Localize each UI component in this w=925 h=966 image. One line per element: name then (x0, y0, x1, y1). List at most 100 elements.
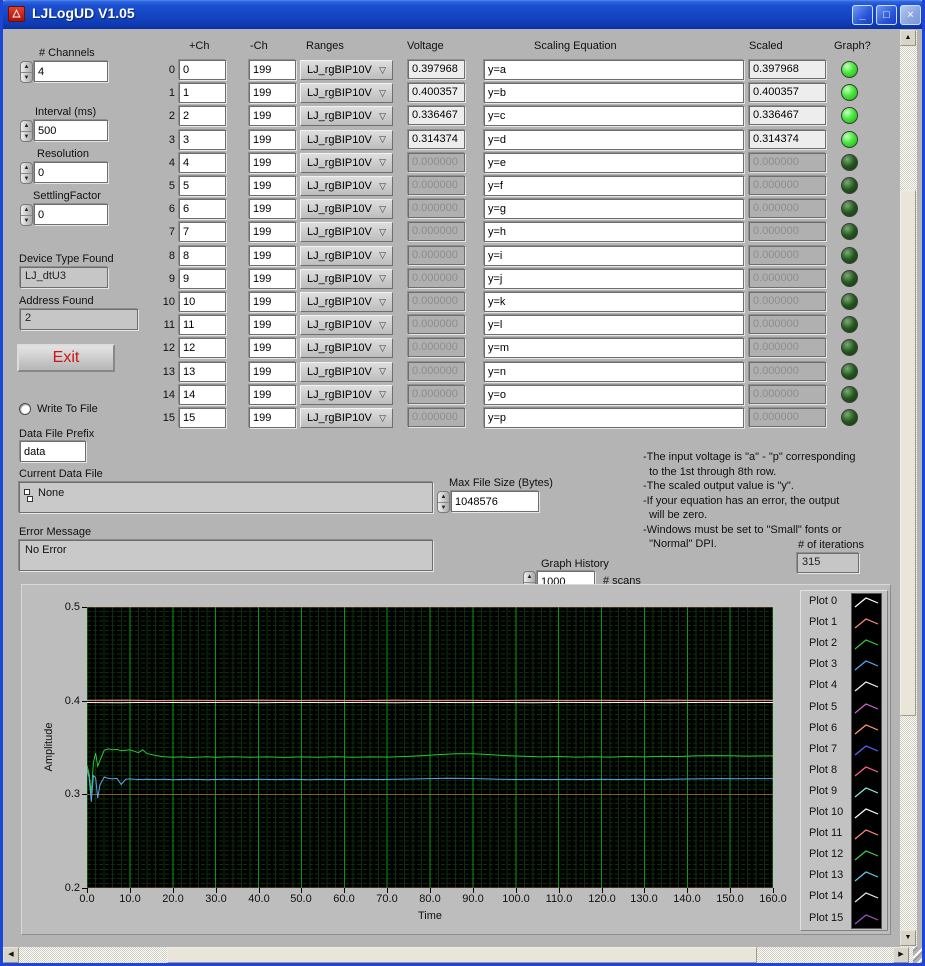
horizontal-scroll-thumb[interactable] (167, 947, 757, 963)
write-to-file-radio[interactable] (19, 403, 31, 415)
range-dropdown[interactable]: LJ_rgBIP10V▽ (300, 176, 393, 196)
range-dropdown[interactable]: LJ_rgBIP10V▽ (300, 60, 393, 80)
scaling-equation-input[interactable] (484, 130, 744, 150)
neg-channel-input[interactable] (249, 199, 296, 219)
legend-item-label[interactable]: Plot 6 (809, 722, 837, 734)
pos-channel-input[interactable] (179, 83, 226, 103)
range-dropdown[interactable]: LJ_rgBIP10V▽ (300, 222, 393, 242)
channels-input[interactable] (34, 61, 108, 82)
pos-channel-input[interactable] (179, 362, 226, 382)
range-dropdown[interactable]: LJ_rgBIP10V▽ (300, 362, 393, 382)
pos-channel-input[interactable] (179, 315, 226, 335)
neg-channel-input[interactable] (249, 153, 296, 173)
neg-channel-input[interactable] (249, 315, 296, 335)
range-dropdown[interactable]: LJ_rgBIP10V▽ (300, 338, 393, 358)
range-dropdown[interactable]: LJ_rgBIP10V▽ (300, 83, 393, 103)
scaling-equation-input[interactable] (484, 408, 744, 428)
scaling-equation-input[interactable] (484, 338, 744, 358)
resolution-spinner[interactable]: ▲▼ (20, 162, 33, 184)
range-dropdown[interactable]: LJ_rgBIP10V▽ (300, 199, 393, 219)
range-dropdown[interactable]: LJ_rgBIP10V▽ (300, 106, 393, 126)
graph-led[interactable] (841, 177, 858, 194)
range-dropdown[interactable]: LJ_rgBIP10V▽ (300, 269, 393, 289)
legend-item-label[interactable]: Plot 11 (809, 827, 842, 839)
neg-channel-input[interactable] (249, 83, 296, 103)
neg-channel-input[interactable] (249, 130, 296, 150)
neg-channel-input[interactable] (249, 246, 296, 266)
graph-led[interactable] (841, 363, 858, 380)
minimize-button[interactable]: _ (852, 5, 873, 25)
range-dropdown[interactable]: LJ_rgBIP10V▽ (300, 246, 393, 266)
settling-spinner[interactable]: ▲▼ (20, 204, 33, 226)
pos-channel-input[interactable] (179, 246, 226, 266)
scroll-right-button[interactable]: ▶ (893, 947, 909, 963)
scaling-equation-input[interactable] (484, 83, 744, 103)
legend-item-label[interactable]: Plot 12 (809, 848, 843, 860)
range-dropdown[interactable]: LJ_rgBIP10V▽ (300, 153, 393, 173)
legend-item-label[interactable]: Plot 2 (809, 637, 837, 649)
pos-channel-input[interactable] (179, 153, 226, 173)
close-button[interactable]: × (900, 5, 921, 25)
scaling-equation-input[interactable] (484, 222, 744, 242)
graph-led[interactable] (841, 131, 858, 148)
neg-channel-input[interactable] (249, 362, 296, 382)
channels-spinner[interactable]: ▲▼ (20, 61, 33, 83)
neg-channel-input[interactable] (249, 106, 296, 126)
max-file-size-spinner[interactable]: ▲▼ (437, 491, 450, 513)
neg-channel-input[interactable] (249, 292, 296, 312)
legend-item-label[interactable]: Plot 9 (809, 785, 837, 797)
graph-led[interactable] (841, 200, 858, 217)
legend-item-label[interactable]: Plot 5 (809, 701, 837, 713)
scroll-up-button[interactable]: ▲ (900, 30, 916, 46)
pos-channel-input[interactable] (179, 338, 226, 358)
graph-led[interactable] (841, 61, 858, 78)
graph-led[interactable] (841, 270, 858, 287)
exit-button[interactable]: Exit (17, 344, 115, 372)
pos-channel-input[interactable] (179, 199, 226, 219)
scaling-equation-input[interactable] (484, 315, 744, 335)
neg-channel-input[interactable] (249, 385, 296, 405)
range-dropdown[interactable]: LJ_rgBIP10V▽ (300, 315, 393, 335)
pos-channel-input[interactable] (179, 269, 226, 289)
neg-channel-input[interactable] (249, 60, 296, 80)
vertical-scroll-thumb[interactable] (900, 190, 916, 716)
data-file-prefix-input[interactable] (20, 441, 86, 462)
pos-channel-input[interactable] (179, 292, 226, 312)
pos-channel-input[interactable] (179, 385, 226, 405)
range-dropdown[interactable]: LJ_rgBIP10V▽ (300, 130, 393, 150)
range-dropdown[interactable]: LJ_rgBIP10V▽ (300, 292, 393, 312)
interval-spinner[interactable]: ▲▼ (20, 120, 33, 142)
legend-item-label[interactable]: Plot 10 (809, 806, 843, 818)
scaling-equation-input[interactable] (484, 292, 744, 312)
graph-led[interactable] (841, 154, 858, 171)
scroll-left-button[interactable]: ◀ (3, 947, 19, 963)
graph-led[interactable] (841, 339, 858, 356)
scaling-equation-input[interactable] (484, 153, 744, 173)
graph-led[interactable] (841, 107, 858, 124)
legend-item-label[interactable]: Plot 4 (809, 679, 837, 691)
scaling-equation-input[interactable] (484, 60, 744, 80)
pos-channel-input[interactable] (179, 408, 226, 428)
max-file-size-input[interactable] (451, 491, 539, 512)
range-dropdown[interactable]: LJ_rgBIP10V▽ (300, 408, 393, 428)
pos-channel-input[interactable] (179, 106, 226, 126)
horizontal-scrollbar[interactable]: ◀ ▶ (3, 947, 913, 963)
scaling-equation-input[interactable] (484, 176, 744, 196)
graph-led[interactable] (841, 386, 858, 403)
legend-item-label[interactable]: Plot 0 (809, 595, 837, 607)
resize-grip[interactable] (913, 947, 925, 963)
graph-led[interactable] (841, 84, 858, 101)
scaling-equation-input[interactable] (484, 269, 744, 289)
scroll-down-button[interactable]: ▼ (900, 930, 916, 946)
plot-area[interactable] (87, 607, 773, 888)
scaling-equation-input[interactable] (484, 246, 744, 266)
legend-item-label[interactable]: Plot 7 (809, 743, 837, 755)
neg-channel-input[interactable] (249, 338, 296, 358)
path-browse-icon[interactable] (24, 489, 33, 503)
graph-led[interactable] (841, 409, 858, 426)
interval-input[interactable] (34, 120, 108, 141)
legend-item-label[interactable]: Plot 8 (809, 764, 837, 776)
pos-channel-input[interactable] (179, 130, 226, 150)
current-data-file-box[interactable]: None (19, 482, 433, 513)
scaling-equation-input[interactable] (484, 385, 744, 405)
